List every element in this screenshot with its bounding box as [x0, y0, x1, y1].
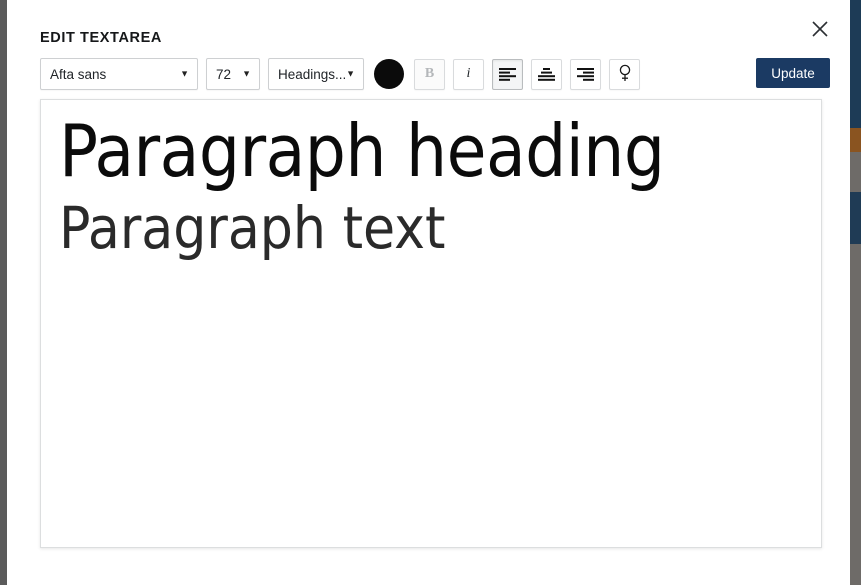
chevron-down-icon: ▼	[242, 68, 251, 79]
link-button[interactable]	[609, 58, 640, 90]
textarea-content[interactable]: Paragraph heading Paragraph text	[40, 99, 822, 548]
heading-style-value: Headings...	[278, 66, 347, 82]
link-icon	[617, 64, 633, 85]
editor-toolbar: Afta sans ▼ 72 ▼ Headings... ▼ B i Updat…	[40, 58, 830, 92]
text-color-swatch[interactable]	[374, 59, 404, 89]
close-icon	[810, 19, 830, 42]
font-family-value: Afta sans	[50, 66, 107, 82]
italic-button[interactable]: i	[453, 58, 484, 90]
font-family-select[interactable]: Afta sans ▼	[40, 58, 198, 90]
align-right-icon	[577, 67, 594, 81]
close-button[interactable]	[804, 14, 836, 46]
align-center-icon	[538, 67, 555, 81]
font-size-select[interactable]: 72 ▼	[206, 58, 260, 90]
chevron-down-icon: ▼	[180, 68, 189, 79]
align-left-icon	[499, 67, 516, 81]
background-segment-body	[850, 152, 861, 192]
bold-button[interactable]: B	[414, 58, 445, 90]
background-segment-panel	[850, 192, 861, 244]
page-title: EDIT TEXTAREA	[40, 30, 162, 46]
font-size-value: 72	[216, 66, 232, 82]
toolbar-controls-group: Afta sans ▼ 72 ▼ Headings... ▼ B i	[40, 58, 640, 90]
background-right-strip	[850, 0, 861, 585]
align-right-button[interactable]	[570, 58, 601, 90]
background-left-strip	[0, 0, 7, 585]
heading-style-select[interactable]: Headings... ▼	[268, 58, 364, 90]
edit-textarea-modal: EDIT TEXTAREA Afta sans ▼ 72 ▼ Headings.…	[7, 0, 850, 585]
update-button[interactable]: Update	[756, 58, 830, 88]
page-root: EDIT TEXTAREA Afta sans ▼ 72 ▼ Headings.…	[0, 0, 861, 585]
background-segment-accent	[850, 128, 861, 152]
background-segment-body-2	[850, 244, 861, 585]
document-heading[interactable]: Paragraph heading	[59, 109, 803, 194]
align-center-button[interactable]	[531, 58, 562, 90]
document-paragraph[interactable]: Paragraph text	[59, 194, 803, 264]
bold-icon: B	[424, 66, 435, 81]
align-left-button[interactable]	[492, 58, 523, 90]
background-segment-nav	[850, 0, 861, 128]
chevron-down-icon: ▼	[346, 68, 355, 79]
italic-icon: i	[466, 66, 471, 81]
